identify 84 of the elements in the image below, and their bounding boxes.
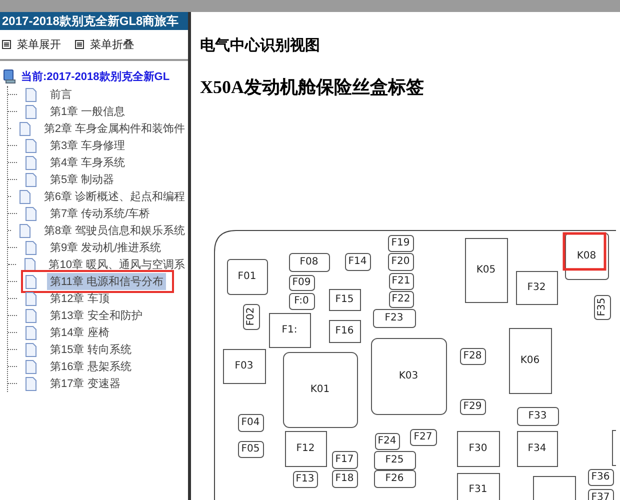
- fuse-slot: F20: [388, 253, 414, 271]
- tree-item[interactable]: 前言: [47, 86, 75, 103]
- fuse-slot: F16: [329, 320, 361, 343]
- fuse-slot: F30: [457, 431, 500, 467]
- tree-item[interactable]: 第11章 电源和信号分布: [47, 273, 166, 290]
- fuse-slot: K03: [371, 338, 447, 415]
- document-icon: [18, 122, 31, 136]
- sidebar-title: 2017-2018款别克全新GL8商旅车: [0, 12, 188, 30]
- fuse-slot: F05: [238, 441, 264, 458]
- tree-item[interactable]: 第1章 一般信息: [47, 103, 128, 120]
- fuse-slot: F04: [238, 414, 264, 432]
- tree-item[interactable]: 第3章 车身修理: [47, 137, 128, 154]
- fuse-slot: F24: [375, 433, 400, 450]
- page-subheading: X50A发动机舱保险丝盒标签: [200, 76, 425, 99]
- fuse-slot: F02: [243, 304, 260, 330]
- fuse-slot: F01: [227, 259, 268, 295]
- fuse-slot: F19: [388, 235, 414, 252]
- fuse-slot: F25: [374, 451, 416, 470]
- fuse-slot: F32: [516, 271, 558, 305]
- tree-item[interactable]: 第2章 车身金属构件和装饰件: [40, 120, 188, 137]
- document-icon: [25, 240, 37, 254]
- document-icon: [25, 292, 37, 306]
- document-icon: [25, 274, 37, 288]
- fuse-slot: F21: [389, 273, 414, 290]
- tree-item[interactable]: 第13章 安全和防护: [47, 307, 146, 324]
- fuse-slot: F26: [374, 470, 416, 488]
- document-icon: [25, 138, 37, 152]
- document-icon: [25, 376, 37, 390]
- fuse-slot: F1:: [269, 313, 311, 348]
- fuse-slot: F29: [460, 399, 486, 415]
- fuse-slot: F13: [293, 471, 318, 488]
- fuse-slot: F34: [517, 431, 558, 467]
- menu-button[interactable]: 菜单展开: [2, 37, 61, 52]
- tree-root-label[interactable]: 当前:2017-2018款别克全新GL: [21, 68, 170, 84]
- fuse-slot: F22: [389, 291, 414, 308]
- tree-item[interactable]: 第12章 车顶: [47, 290, 112, 307]
- fuse-slot: F31: [457, 473, 500, 500]
- fuse-slot: F03: [223, 349, 266, 384]
- fuse-slot: F28: [460, 348, 486, 365]
- fuse-slot: F17: [332, 451, 358, 469]
- fuse-slot: F33: [517, 407, 559, 426]
- tree-item[interactable]: 第8章 驾驶员信息和娱乐系统: [40, 222, 188, 239]
- tree-item[interactable]: 第6章 诊断概述、起点和编程: [40, 188, 188, 205]
- document-icon: [25, 104, 37, 118]
- collapse-icon: [75, 40, 84, 49]
- fuse-slot: F23: [373, 309, 416, 328]
- fuse-slot: F15: [329, 289, 361, 311]
- fuse-slot: F08: [289, 253, 330, 272]
- fuse-slot: F36: [588, 469, 614, 486]
- fuse-slot: K01: [283, 352, 358, 428]
- fuse-slot: F27: [410, 429, 437, 446]
- document-icon: [25, 342, 37, 356]
- tree-item[interactable]: 第14章 座椅: [47, 324, 112, 341]
- tree-item[interactable]: 第10章 暖风、通风与空调系: [46, 256, 188, 273]
- tree-item[interactable]: 第5章 制动器: [47, 171, 118, 188]
- fuse-slot: [612, 430, 616, 466]
- fuse-slot: F09: [289, 275, 315, 291]
- tree-item[interactable]: 第15章 转向系统: [47, 341, 134, 358]
- fuse-slot: F14: [345, 253, 371, 271]
- tree-item[interactable]: 第7章 传动系统/车桥: [47, 205, 154, 222]
- document-icon: [25, 206, 37, 220]
- fuse-slot: K05: [465, 238, 508, 303]
- menu-button[interactable]: 菜单折叠: [75, 37, 134, 52]
- document-icon: [25, 360, 37, 374]
- tree-item[interactable]: 第17章 变速器: [47, 375, 124, 392]
- tree-item[interactable]: 第16章 悬架系统: [47, 358, 134, 375]
- fuse-slot: F35: [594, 295, 611, 320]
- document-icon: [25, 172, 37, 186]
- document-icon: [18, 224, 31, 238]
- fuse-slot: F:0: [289, 293, 315, 310]
- document-icon: [25, 156, 37, 170]
- tree-item[interactable]: 第9章 发动机/推进系统: [47, 239, 164, 256]
- computer-icon: [3, 68, 17, 84]
- fuse-slot: F12: [285, 431, 327, 467]
- document-icon: [25, 88, 37, 102]
- fuse-slot: K06: [509, 328, 552, 394]
- document-icon: [24, 258, 36, 272]
- fuse-slot: F37: [588, 489, 614, 500]
- document-icon: [18, 190, 31, 204]
- document-icon: [25, 308, 37, 322]
- page-heading: 电气中心识别视图: [200, 36, 321, 55]
- tree-item[interactable]: 第4章 车身系统: [47, 154, 128, 171]
- document-icon: [25, 326, 37, 340]
- fuse-slot: F18: [332, 470, 358, 488]
